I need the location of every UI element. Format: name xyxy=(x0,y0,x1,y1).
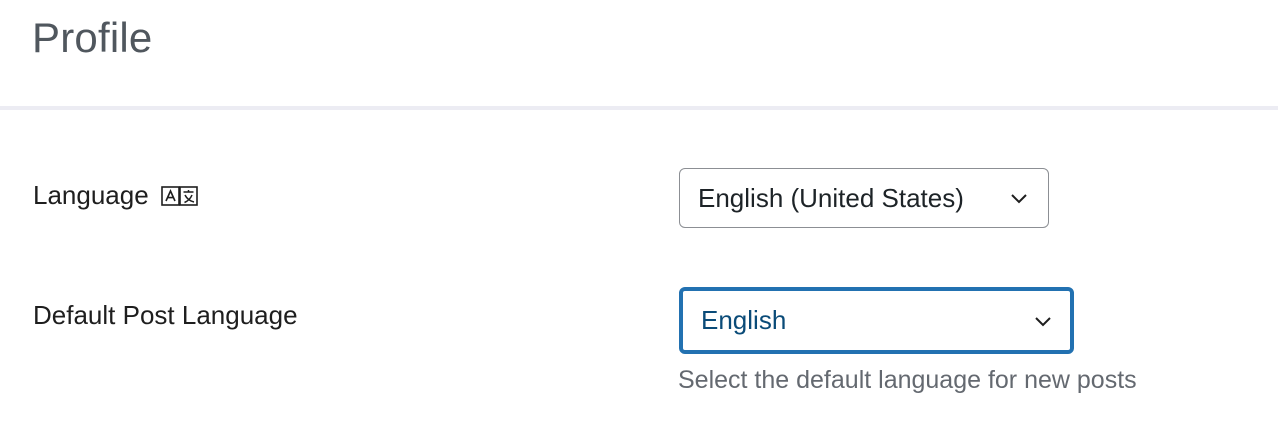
default-post-language-select-value: English xyxy=(701,305,787,335)
chevron-down-icon xyxy=(1011,194,1027,204)
default-post-language-help-text: Select the default language for new post… xyxy=(678,366,1137,394)
page-header: Profile xyxy=(0,0,1278,110)
language-label: Language xyxy=(33,180,149,210)
default-post-language-label: Default Post Language xyxy=(33,300,298,330)
language-select-value: English (United States) xyxy=(698,182,964,213)
chevron-down-icon xyxy=(1035,316,1051,326)
default-post-language-select[interactable]: English xyxy=(679,287,1074,354)
page-title: Profile xyxy=(32,14,153,61)
language-setting-label: Language xyxy=(33,180,199,211)
translate-icon xyxy=(160,185,198,206)
profile-page: Profile Language English (United States)… xyxy=(0,0,1278,424)
default-post-language-setting-label: Default Post Language xyxy=(33,300,298,331)
language-select[interactable]: English (United States) xyxy=(679,168,1049,228)
